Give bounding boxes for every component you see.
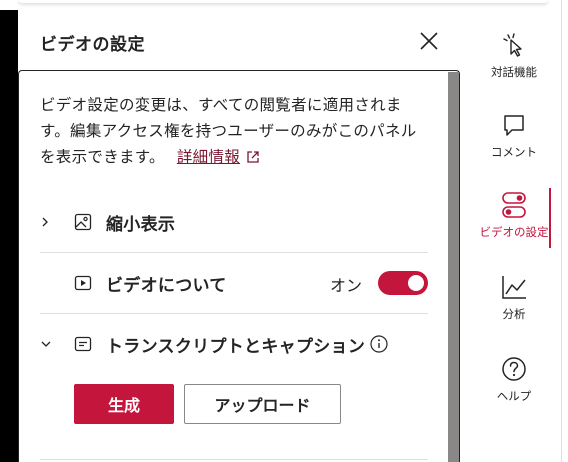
comment-icon: [501, 108, 527, 142]
rail-item-label: コメント: [491, 145, 537, 159]
help-icon: [500, 352, 528, 386]
rail-item-analytics[interactable]: 分析: [470, 270, 558, 340]
section-about-video: ビデオについて: [40, 253, 428, 313]
upload-button[interactable]: アップロード: [184, 384, 341, 424]
video-settings-icon: [500, 188, 528, 222]
video-area-edge: [0, 0, 18, 462]
rail-item-video-settings[interactable]: ビデオの設定: [470, 188, 558, 258]
panel-title: ビデオの設定: [40, 35, 145, 55]
toggle-knob: [408, 275, 424, 291]
rail-item-comments[interactable]: コメント: [470, 108, 558, 178]
rail-item-label: ビデオの設定: [479, 225, 549, 239]
video-settings-screen: ビデオの設定 ビデオ設定の変更は、すべての閲覧者に適用されます。編集アクセス権を…: [0, 0, 568, 462]
interactivity-icon: [501, 28, 527, 62]
section-transcript-captions[interactable]: トランスクリプトとキャプション: [40, 314, 428, 374]
section-label: 縮小表示: [106, 214, 176, 235]
header-edge: [18, 0, 548, 4]
analytics-icon: [500, 270, 528, 304]
caption-icon: [74, 335, 106, 353]
external-link-icon: [246, 146, 260, 172]
chevron-right-icon: [40, 216, 62, 228]
panel-scrollbar[interactable]: [448, 72, 459, 462]
image-icon: [74, 213, 106, 231]
rail-item-label: 対話機能: [491, 65, 537, 79]
section-divider: [40, 459, 428, 460]
close-icon: [420, 32, 438, 50]
learn-more-link[interactable]: 詳細情報: [177, 148, 240, 166]
toggle-state-text: オン: [330, 276, 363, 295]
video-area-gap: [0, 0, 18, 10]
generate-button[interactable]: 生成: [74, 384, 174, 424]
right-rail: 対話機能 コメント ビデオの設定 分析 ヘルプ: [470, 0, 568, 462]
play-icon: [74, 274, 106, 292]
chevron-down-icon: [40, 339, 62, 349]
rail-item-help[interactable]: ヘルプ: [470, 352, 558, 422]
rail-item-label: ヘルプ: [496, 389, 532, 403]
section-thumbnail[interactable]: 縮小表示: [40, 192, 428, 252]
section-label: ビデオについて: [106, 275, 227, 296]
close-button[interactable]: [416, 28, 442, 54]
info-icon[interactable]: [369, 334, 389, 354]
about-video-toggle[interactable]: [378, 271, 428, 295]
rail-item-interactivity[interactable]: 対話機能: [470, 28, 558, 98]
panel-description: ビデオ設定の変更は、すべての閲覧者に適用されます。編集アクセス権を持つユーザーの…: [40, 92, 430, 172]
section-label: トランスクリプトとキャプション: [106, 336, 366, 357]
rail-item-label: 分析: [502, 307, 526, 321]
